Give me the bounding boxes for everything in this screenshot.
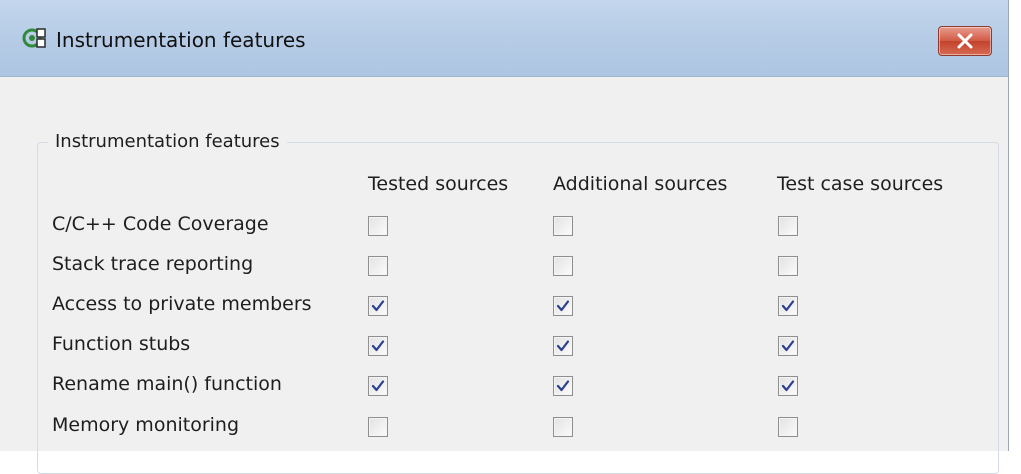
check-mark-icon (371, 340, 385, 352)
check-mark-icon (371, 300, 385, 312)
group-legend: Instrumentation features (48, 131, 287, 152)
checkbox-tested[interactable] (368, 296, 388, 316)
checkbox-additional[interactable] (553, 216, 573, 236)
check-mark-icon (781, 340, 795, 352)
feature-label: Rename main() function (52, 373, 282, 395)
checkbox-tested[interactable] (368, 256, 388, 276)
dialog-content: Instrumentation features Tested sources … (0, 77, 1008, 474)
checkbox-test-case[interactable] (778, 296, 798, 316)
check-mark-icon (371, 380, 385, 392)
window-title: Instrumentation features (56, 28, 306, 52)
checkbox-additional[interactable] (553, 376, 573, 396)
checkbox-test-case[interactable] (778, 417, 798, 437)
checkbox-test-case[interactable] (778, 336, 798, 356)
feature-label: C/C++ Code Coverage (52, 213, 269, 235)
feature-label: Stack trace reporting (52, 253, 254, 275)
dialog-window: Instrumentation features Instrumentation… (0, 0, 1009, 474)
checkbox-additional[interactable] (553, 417, 573, 437)
column-header-tested: Tested sources (368, 173, 509, 195)
column-header-additional: Additional sources (553, 173, 728, 195)
checkbox-tested[interactable] (368, 376, 388, 396)
close-button[interactable] (938, 26, 992, 56)
checkbox-tested[interactable] (368, 216, 388, 236)
check-mark-icon (781, 300, 795, 312)
column-header-test-case: Test case sources (777, 173, 944, 195)
checkbox-test-case[interactable] (778, 376, 798, 396)
check-mark-icon (781, 380, 795, 392)
check-mark-icon (556, 300, 570, 312)
feature-label: Function stubs (52, 333, 191, 355)
check-mark-icon (556, 340, 570, 352)
feature-label: Memory monitoring (52, 414, 240, 436)
settings-gear-icon (22, 26, 46, 50)
checkbox-test-case[interactable] (778, 256, 798, 276)
check-mark-icon (556, 380, 570, 392)
checkbox-additional[interactable] (553, 336, 573, 356)
checkbox-additional[interactable] (553, 296, 573, 316)
checkbox-tested[interactable] (368, 336, 388, 356)
checkbox-test-case[interactable] (778, 216, 798, 236)
title-bar[interactable]: Instrumentation features (0, 0, 1008, 77)
checkbox-additional[interactable] (553, 256, 573, 276)
checkbox-tested[interactable] (368, 417, 388, 437)
feature-label: Access to private members (52, 293, 312, 315)
